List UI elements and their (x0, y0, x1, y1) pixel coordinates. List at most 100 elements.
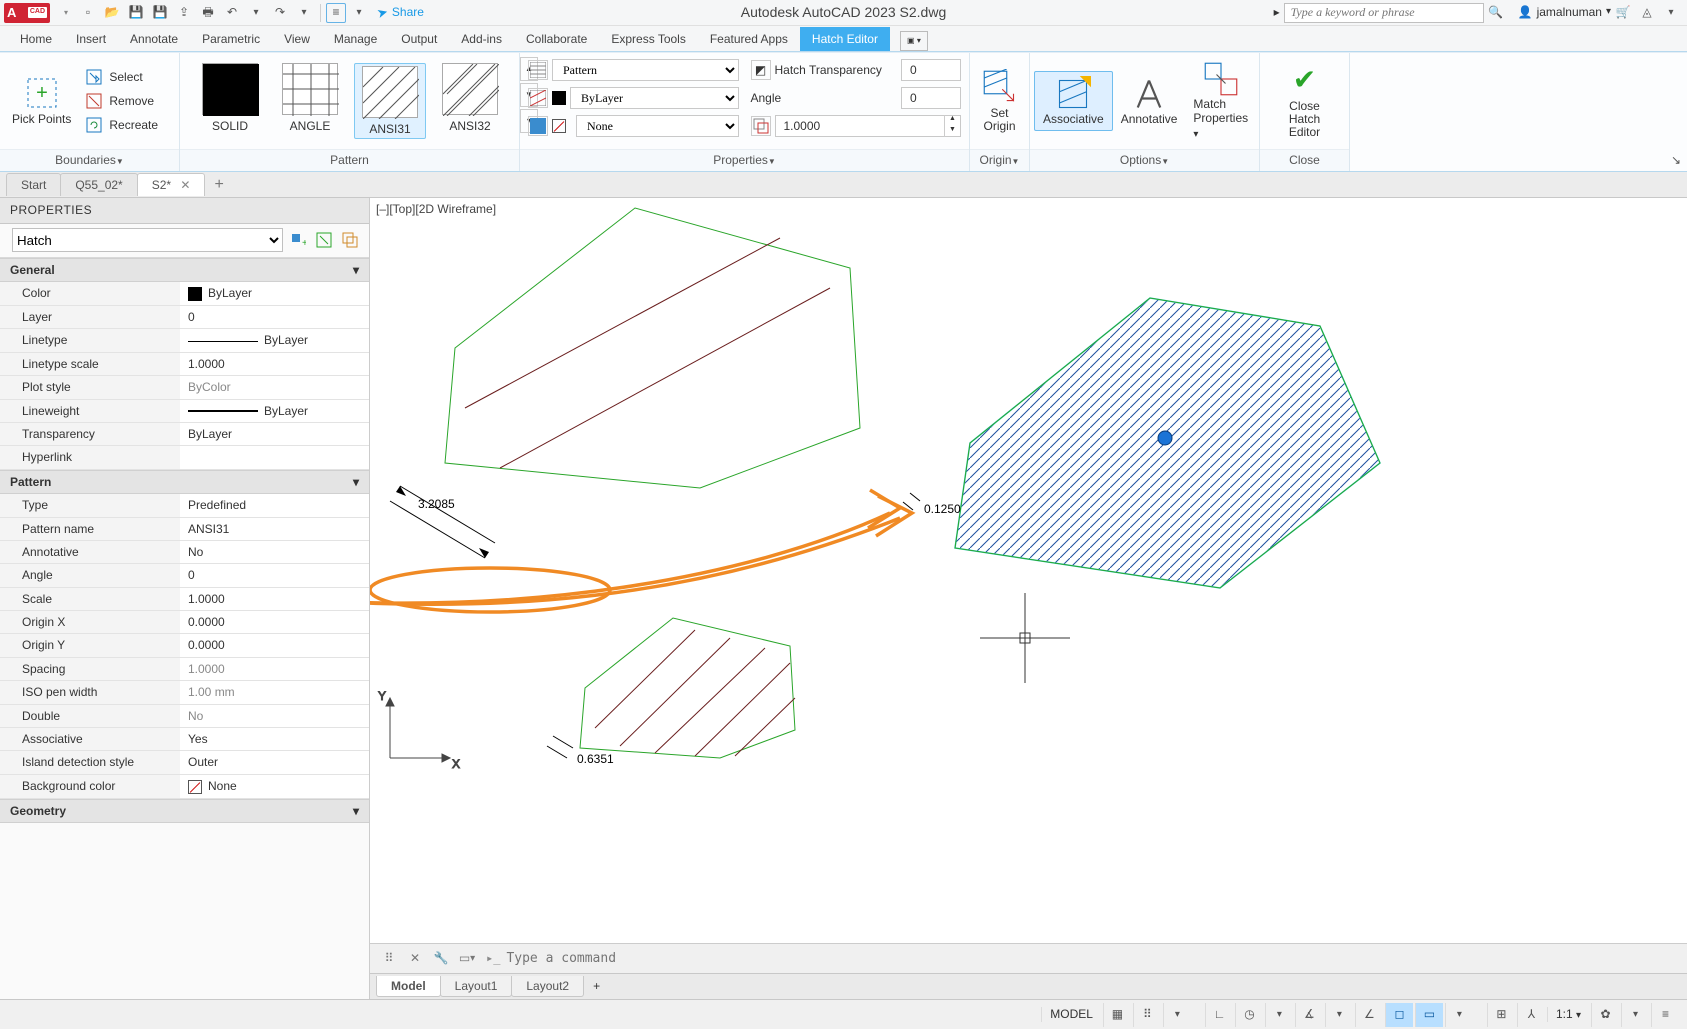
pattern-swatch-angle[interactable]: ANGLE (274, 63, 346, 139)
menu-tab-view[interactable]: View (272, 27, 322, 51)
pattern-type-select[interactable]: Pattern (552, 59, 739, 81)
qat-redo-dropdown[interactable]: ▾ (293, 2, 315, 24)
prop-row-pattern-name[interactable]: Pattern nameANSI31 (0, 518, 369, 541)
status-iso-drop[interactable]: ▾ (1325, 1003, 1353, 1027)
prop-row-origin-x[interactable]: Origin X0.0000 (0, 611, 369, 634)
quick-select-icon[interactable] (339, 229, 361, 251)
share-button[interactable]: Share (377, 5, 424, 21)
status-custom-drop[interactable]: ▾ (1621, 1003, 1649, 1027)
search-input[interactable] (1284, 3, 1484, 23)
file-tab-new[interactable]: + (214, 175, 223, 194)
prop-row-type[interactable]: TypePredefined (0, 494, 369, 517)
prop-row-lineweight[interactable]: LineweightByLayer (0, 400, 369, 423)
qat-redo-icon[interactable]: ↷ (269, 2, 291, 24)
status-menu-icon[interactable]: ≡ (1651, 1003, 1679, 1027)
prop-row-island-detection-style[interactable]: Island detection styleOuter (0, 751, 369, 774)
status-grid-icon[interactable]: ▦ (1103, 1003, 1131, 1027)
status-polar-drop[interactable]: ▾ (1265, 1003, 1293, 1027)
status-osnap-icon[interactable]: ◻ (1385, 1003, 1413, 1027)
prop-row-iso-pen-width[interactable]: ISO pen width1.00 mm (0, 681, 369, 704)
transparency-value[interactable]: 0 (902, 63, 925, 77)
status-lwt-icon[interactable]: ▭ (1415, 1003, 1443, 1027)
status-otrack-icon[interactable]: ∠ (1355, 1003, 1383, 1027)
layout-tab-layout2[interactable]: Layout2 (511, 976, 584, 997)
select-button[interactable]: Select (79, 65, 164, 89)
hatch-bg-select[interactable]: None (576, 115, 739, 137)
prop-row-layer[interactable]: Layer0 (0, 306, 369, 329)
status-annomon-icon[interactable]: ⊞ (1487, 1003, 1515, 1027)
status-polar-icon[interactable]: ◷ (1235, 1003, 1263, 1027)
qat-undo-dropdown[interactable]: ▾ (245, 2, 267, 24)
prop-row-spacing[interactable]: Spacing1.0000 (0, 658, 369, 681)
remove-button[interactable]: Remove (79, 89, 164, 113)
cmd-wrench-icon[interactable]: 🔧 (430, 948, 452, 970)
recreate-button[interactable]: Recreate (79, 113, 164, 137)
menu-tab-add-ins[interactable]: Add-ins (449, 27, 514, 51)
qat-workspace-dropdown[interactable]: ▾ (348, 2, 370, 24)
prop-row-associative[interactable]: AssociativeYes (0, 728, 369, 751)
app-menu-dropdown[interactable] (53, 2, 75, 24)
qat-open-icon[interactable]: 📂 (101, 2, 123, 24)
file-tab-start[interactable]: Start (6, 173, 61, 196)
command-input[interactable] (504, 950, 1679, 967)
file-tab-s2[interactable]: S2* ✕ (137, 173, 206, 196)
status-snap-icon[interactable]: ⠿ (1133, 1003, 1161, 1027)
prop-row-plot-style[interactable]: Plot styleByColor (0, 376, 369, 399)
annotative-toggle[interactable]: Annotative (1113, 72, 1186, 130)
status-ortho-icon[interactable]: ∟ (1205, 1003, 1233, 1027)
hatch-color-select[interactable]: ByLayer (570, 87, 739, 109)
menu-tab-annotate[interactable]: Annotate (118, 27, 190, 51)
prop-row-linetype-scale[interactable]: Linetype scale1.0000 (0, 353, 369, 376)
prop-row-annotative[interactable]: AnnotativeNo (0, 541, 369, 564)
status-iso-icon[interactable]: ∡ (1295, 1003, 1323, 1027)
match-properties-button[interactable]: MatchProperties ▾ (1185, 57, 1256, 145)
prop-row-angle[interactable]: Angle0 (0, 564, 369, 587)
ribbon-display-options[interactable]: ▣ ▾ (900, 31, 928, 51)
prop-row-background-color[interactable]: Background colorNone (0, 775, 369, 799)
prop-row-color[interactable]: ColorByLayer (0, 282, 369, 306)
associative-toggle[interactable]: Associative (1034, 71, 1113, 131)
set-origin-button[interactable]: SetOrigin (974, 65, 1026, 137)
prop-row-transparency[interactable]: TransparencyByLayer (0, 423, 369, 446)
drawing-canvas[interactable]: [–][Top][2D Wireframe] 3.2085 (370, 198, 1687, 943)
menu-tab-manage[interactable]: Manage (322, 27, 389, 51)
status-annoscale-icon[interactable]: ⅄ (1517, 1003, 1545, 1027)
app-menu-button[interactable]: ACAD (4, 3, 50, 23)
prop-group-general[interactable]: General▾ (0, 258, 369, 282)
prop-row-linetype[interactable]: LinetypeByLayer (0, 329, 369, 352)
file-tab-q5502[interactable]: Q55_02* (60, 173, 137, 196)
layout-tab-new[interactable]: + (593, 979, 600, 993)
menu-tab-parametric[interactable]: Parametric (190, 27, 272, 51)
status-scale[interactable]: 1:1 ▾ (1547, 1007, 1589, 1022)
prop-row-double[interactable]: DoubleNo (0, 705, 369, 728)
user-button[interactable]: 👤 jamalnuman ▾ (1518, 5, 1611, 19)
menu-tab-output[interactable]: Output (389, 27, 449, 51)
pattern-swatch-ansi32[interactable]: ANSI32 (434, 63, 506, 139)
status-lwt-drop[interactable]: ▾ (1445, 1003, 1473, 1027)
menu-tab-collaborate[interactable]: Collaborate (514, 27, 599, 51)
cmd-close-icon[interactable]: ✕ (404, 948, 426, 970)
layout-tab-model[interactable]: Model (376, 976, 441, 997)
qat-plot-icon[interactable]: 🖶 (197, 2, 219, 24)
command-line[interactable]: ⠿ ✕ 🔧 ▭▾ ▸_ (370, 943, 1687, 973)
qat-new-icon[interactable]: ▫ (77, 2, 99, 24)
prop-row-hyperlink[interactable]: Hyperlink (0, 446, 369, 469)
prop-row-scale[interactable]: Scale1.0000 (0, 588, 369, 611)
cmd-recent-icon[interactable]: ▭▾ (456, 948, 478, 970)
status-snap-drop[interactable]: ▾ (1163, 1003, 1191, 1027)
search-icon[interactable]: 🔍 (1485, 2, 1507, 24)
qat-workspace-icon[interactable]: ≡ (326, 3, 346, 23)
menu-tab-hatch-editor[interactable]: Hatch Editor (800, 27, 890, 51)
qat-web-icon[interactable]: ⇪ (173, 2, 195, 24)
pattern-swatch-ansi31[interactable]: ANSI31 (354, 63, 426, 139)
app-icon[interactable]: ◬ (1636, 2, 1658, 24)
prop-group-geometry[interactable]: Geometry▾ (0, 799, 369, 823)
status-gear-icon[interactable]: ✿ (1591, 1003, 1619, 1027)
object-type-select[interactable]: Hatch (12, 228, 283, 252)
angle-value[interactable]: 0 (902, 91, 925, 105)
pick-points-button[interactable]: + Pick Points (4, 71, 79, 130)
qat-save-icon[interactable]: 💾 (125, 2, 147, 24)
select-objects-icon[interactable] (313, 229, 335, 251)
menu-tab-express-tools[interactable]: Express Tools (599, 27, 697, 51)
prop-group-pattern[interactable]: Pattern▾ (0, 470, 369, 494)
